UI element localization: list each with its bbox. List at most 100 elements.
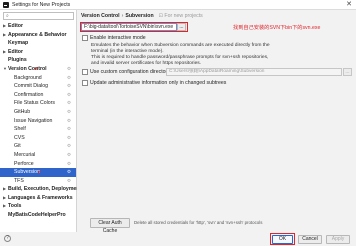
breadcrumb-current: Subversion [125, 13, 154, 19]
breadcrumb-parent: Version Control [81, 13, 120, 19]
update-admin-label: Update administrative information only i… [90, 80, 227, 86]
clear-auth-cache-note: Delete all stored credentials for 'http'… [134, 220, 263, 225]
settings-sidebar: ⌕ ▶ Editor ▶ Appearance & Behavior Keymap ▶ Ed… [0, 10, 81, 232]
sidebar-item-background[interactable]: Background ⚙ [0, 74, 76, 83]
custom-config-path-field[interactable]: C:\Users\张翔\AppData\Roaming\Subversion [166, 68, 342, 76]
sidebar-item-appearance-behavior[interactable]: ▶ Appearance & Behavior [0, 31, 76, 40]
search-icon: ⌕ [6, 13, 9, 19]
sidebar-item-plugins[interactable]: Plugins [0, 56, 76, 65]
sidebar-item-issue-navigation[interactable]: Issue Navigation ⚙ [0, 117, 76, 126]
sidebar-item-label: File Status Colors [14, 100, 55, 107]
for-new-projects-note: ⊡ For new projects [158, 13, 203, 19]
project-scope-icon: ⚙ [66, 151, 71, 157]
sidebar-item-confirmation[interactable]: Confirmation ⚙ [0, 91, 76, 100]
ok-button[interactable]: OK [272, 234, 293, 244]
window-title: Settings for New Projects [12, 2, 71, 8]
sidebar-item-label: Appearance & Behavior [8, 31, 67, 38]
clear-auth-cache-button[interactable]: Clear Auth Cache [90, 218, 130, 234]
project-scope-icon: ⚙ [66, 108, 71, 114]
sidebar-item-editor[interactable]: ▶ Editor [0, 22, 76, 31]
sidebar-item-label: Confirmation [14, 91, 44, 98]
close-icon[interactable]: ✕ [346, 1, 352, 9]
subversion-settings-panel: Version Control › Subversion ⊡ For new proj… [77, 10, 356, 234]
project-scope-icon: ⚙ [66, 91, 71, 97]
sidebar-item-label: Perforce [14, 160, 34, 167]
interactive-mode-checkbox[interactable] [82, 35, 88, 41]
sidebar-item-editor[interactable]: ▶ Editor [0, 48, 76, 57]
chevron-down-icon[interactable]: ▼ [3, 65, 7, 74]
project-scope-icon: ⚙ [66, 117, 71, 123]
chevron-right-icon[interactable]: ▶ [3, 22, 6, 31]
sidebar-item-label: Background [14, 74, 42, 81]
project-scope-icon: ⚙ [66, 100, 71, 106]
chevron-right-icon[interactable]: ▶ [3, 31, 6, 40]
sidebar-item-commit-dialog[interactable]: Commit Dialog ⚙ [0, 82, 76, 91]
interactive-mode-description: Emulates the behavior when Subversion co… [91, 43, 291, 67]
app-icon [3, 2, 9, 8]
project-scope-icon: ⚙ [66, 169, 71, 175]
sidebar-item-cvs[interactable]: CVS ⚙ [0, 134, 76, 143]
chevron-right-icon[interactable]: ▶ [3, 48, 6, 57]
chevron-right-icon[interactable]: ▶ [3, 202, 6, 211]
sidebar-item-label: Version Control [8, 65, 47, 72]
project-scope-icon: ⚙ [66, 65, 71, 71]
red-pointer-mark: ↙ [34, 65, 40, 72]
sidebar-item-label: Git [14, 143, 21, 150]
sidebar-item-label: Commit Dialog [14, 83, 49, 90]
sidebar-item-tfs[interactable]: TFS ⚙ [0, 177, 76, 186]
sidebar-item-github[interactable]: GitHub ⚙ [0, 108, 76, 117]
help-icon[interactable]: ? [4, 235, 11, 242]
description-line: and invalid server certificates for http… [91, 61, 202, 67]
svn-path-browse-button[interactable]: ... [177, 23, 186, 31]
sidebar-item-label: Shelf [14, 126, 26, 133]
sidebar-item-label: Editor [8, 48, 23, 55]
update-admin-checkbox[interactable] [82, 80, 88, 86]
red-annotation-text: 找到自己安装的SVN下bin下的svn.exe [233, 25, 321, 31]
red-pointer-mark: ↙ [37, 169, 43, 176]
sidebar-item-label: Keymap [8, 40, 29, 47]
title-bar: Settings for New Projects ✕ [0, 0, 356, 10]
sidebar-item-label: Languages & Frameworks [8, 194, 73, 201]
sidebar-item-label: Editor [8, 23, 23, 29]
breadcrumb: Version Control › Subversion ⊡ For new proj… [81, 13, 203, 19]
sidebar-item-tools[interactable]: ▶ Tools [0, 202, 76, 211]
project-scope-icon: ⚙ [66, 83, 71, 89]
project-scope-icon: ⚙ [66, 143, 71, 149]
sidebar-item-label: MyBatisCodeHelperPro [8, 212, 66, 219]
sidebar-item-keymap[interactable]: Keymap [0, 39, 76, 48]
dialog-footer: ? OK Cancel Apply [0, 232, 356, 246]
custom-config-label: Use custom configuration directory: [90, 69, 172, 75]
project-scope-icon: ⚙ [66, 74, 71, 80]
custom-config-checkbox[interactable] [82, 69, 88, 75]
sidebar-item-subversion[interactable]: Subversion ⚙ ↙ [0, 168, 76, 177]
project-scope-icon: ⚙ [66, 134, 71, 140]
sidebar-item-build-execution-deployment[interactable]: ▶ Build, Execution, Deployment [0, 185, 81, 194]
sidebar-item-label: Tools [8, 203, 22, 210]
chevron-right-icon[interactable]: ▶ [3, 185, 6, 194]
sidebar-item-label: Issue Navigation [14, 117, 53, 124]
chevron-right-icon[interactable]: ▶ [3, 194, 6, 203]
svn-executable-path-field[interactable]: F:\big-data\tool\TortoiseSVN\bin\svn.exe [81, 23, 177, 31]
apply-button[interactable]: Apply [326, 234, 350, 244]
project-scope-icon: ⚙ [66, 177, 71, 183]
settings-tree: ▶ Editor ▶ Appearance & Behavior Keymap ▶ Edit… [0, 22, 81, 220]
breadcrumb-separator: › [121, 13, 124, 19]
sidebar-item-version-control[interactable]: ▼ Version Control ⚙ ↙ [0, 65, 76, 74]
sidebar-item-git[interactable]: Git ⚙ [0, 142, 76, 151]
project-scope-icon: ⚙ [66, 126, 71, 132]
sidebar-item-label: TFS [14, 177, 24, 184]
sidebar-item-shelf[interactable]: Shelf ⚙ [0, 125, 76, 134]
cancel-button[interactable]: Cancel [298, 234, 322, 244]
sidebar-item-label: Mercurial [14, 151, 36, 158]
project-scope-icon: ⚙ [66, 160, 71, 166]
sidebar-item-label: CVS [14, 134, 25, 141]
sidebar-item-perforce[interactable]: Perforce ⚙ [0, 160, 76, 169]
sidebar-item-label: GitHub [14, 108, 31, 115]
settings-search-input[interactable]: ⌕ [3, 12, 74, 20]
sidebar-item-label: Plugins [8, 57, 27, 64]
sidebar-item-file-status-colors[interactable]: File Status Colors ⚙ [0, 99, 76, 108]
sidebar-item-languages-frameworks[interactable]: ▶ Languages & Frameworks [0, 194, 76, 203]
sidebar-item-mercurial[interactable]: Mercurial ⚙ [0, 151, 76, 160]
custom-config-browse-button[interactable]: ... [343, 68, 352, 76]
sidebar-item-mybatiscodehelperpro[interactable]: MyBatisCodeHelperPro [0, 211, 76, 220]
